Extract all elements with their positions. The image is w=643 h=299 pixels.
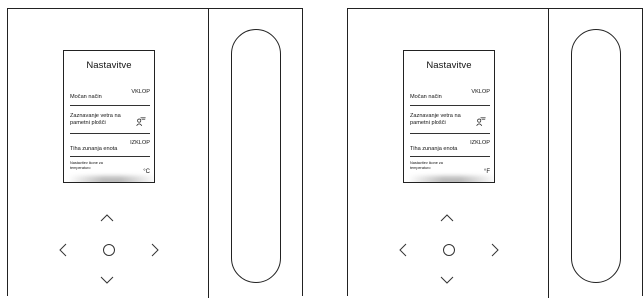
controller-panel-left: Nastavitve Močan način VKLOP Zaznavanje … (7, 8, 303, 298)
menu-row-wind-detection[interactable]: Zaznavanje vetra na pametni plošči (70, 107, 150, 134)
navigation-pad (395, 212, 503, 288)
display-screen: Nastavitve Močan način VKLOP Zaznavanje … (63, 50, 155, 183)
down-arrow-icon[interactable] (440, 276, 454, 284)
menu-row-strong-mode[interactable]: Močan način VKLOP (70, 85, 150, 106)
left-arrow-icon[interactable] (399, 243, 407, 257)
left-arrow-icon[interactable] (59, 243, 67, 257)
up-arrow-icon[interactable] (100, 214, 114, 222)
navigation-pad (55, 212, 163, 288)
ok-button[interactable] (443, 244, 455, 256)
screen-title: Nastavitve (86, 60, 132, 71)
right-arrow-icon[interactable] (491, 243, 499, 257)
person-wind-icon (476, 117, 486, 126)
row-label: Nastavitev ikone za temperaturo (70, 161, 103, 170)
row-label: Močan način (410, 94, 442, 100)
ok-button[interactable] (103, 244, 115, 256)
scroll-fade (408, 176, 494, 182)
row-label: Močan način (70, 94, 102, 100)
controller-panel-right: Nastavitve Močan način VKLOP Zaznavanje … (347, 8, 643, 298)
row-label: Tiha zunanja enota (410, 146, 458, 152)
person-wind-icon (136, 117, 146, 126)
down-arrow-icon[interactable] (100, 276, 114, 284)
menu-row-quiet-outdoor[interactable]: Tiha zunanja enota IZKLOP (410, 135, 490, 157)
up-arrow-icon[interactable] (440, 214, 454, 222)
menu-row-wind-detection[interactable]: Zaznavanje vetra na pametni plošči (410, 107, 490, 134)
row-value: °F (483, 169, 490, 175)
side-slot (571, 29, 621, 283)
row-value: VKLOP (131, 89, 150, 95)
display-screen: Nastavitve Močan način VKLOP Zaznavanje … (403, 50, 495, 183)
scroll-fade (68, 176, 154, 182)
row-label: Zaznavanje vetra na pametni plošči (410, 113, 461, 126)
row-value: VKLOP (471, 89, 490, 95)
panel-divider (548, 8, 549, 298)
menu-row-strong-mode[interactable]: Močan način VKLOP (410, 85, 490, 106)
row-label: Zaznavanje vetra na pametni plošči (70, 113, 121, 126)
row-value: IZKLOP (130, 140, 150, 146)
row-label: Tiha zunanja enota (70, 146, 118, 152)
right-arrow-icon[interactable] (151, 243, 159, 257)
screen-title: Nastavitve (426, 60, 472, 71)
panel-divider (208, 8, 209, 298)
menu-row-quiet-outdoor[interactable]: Tiha zunanja enota IZKLOP (70, 135, 150, 157)
row-value: IZKLOP (470, 140, 490, 146)
side-slot (231, 29, 281, 283)
row-value: °C (143, 169, 150, 175)
row-label: Nastavitev ikone za temperaturo (410, 161, 443, 170)
